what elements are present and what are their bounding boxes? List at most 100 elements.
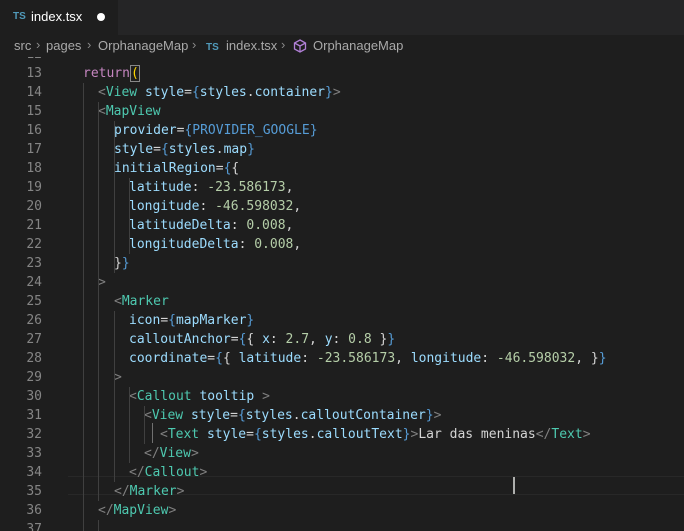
code-token: 2.7	[285, 332, 310, 347]
unsaved-dot-icon[interactable]	[97, 13, 105, 21]
code-line[interactable]: 37	[0, 520, 684, 531]
code-line[interactable]: 26 icon={mapMarker}	[0, 311, 684, 330]
code-token: {	[253, 427, 262, 442]
code-line[interactable]: 20 longitude: -46.598032,	[0, 197, 684, 216]
code-editor[interactable]: 12 13return( 14 <View style={styles.contai…	[0, 57, 684, 531]
code-token: }	[387, 332, 396, 347]
code-line[interactable]: 30 <Callout tooltip >	[0, 387, 684, 406]
line-number: 21	[26, 218, 42, 233]
code-token: <	[144, 408, 152, 423]
tab-index-tsx[interactable]: TS index.tsx	[0, 0, 118, 35]
breadcrumb-pages[interactable]: pages	[46, 38, 81, 53]
code-line[interactable]: 23}}	[0, 254, 684, 273]
code-token: <	[114, 294, 122, 309]
code-text: initialRegion={{	[114, 159, 239, 178]
code-text: <Marker	[114, 292, 169, 311]
code-token: 0.8	[348, 332, 372, 347]
code-token: {	[168, 313, 176, 328]
code-token: }	[121, 256, 130, 271]
code-line[interactable]: 34 </Callout>	[0, 463, 684, 482]
tab-title: index.tsx	[31, 9, 83, 24]
line-number: 26	[26, 313, 42, 328]
code-token: >	[98, 275, 106, 290]
code-text: <View style={styles.calloutContainer}>	[144, 406, 441, 425]
code-line[interactable]: 31 <View style={styles.calloutContainer}>	[0, 406, 684, 425]
code-token: calloutContainer	[300, 408, 426, 423]
code-token: return	[83, 66, 130, 81]
code-line[interactable]: 22 longitudeDelta: 0.008,	[0, 235, 684, 254]
line-number: 17	[26, 142, 42, 157]
code-line[interactable]: 17 style={styles.map}	[0, 140, 684, 159]
code-line[interactable]: 32 <Text style={styles.calloutText}>Lar d…	[0, 425, 684, 444]
code-token: :	[481, 351, 497, 366]
code-token: MapView	[105, 104, 161, 119]
code-token: MapView	[113, 503, 169, 518]
breadcrumb-src[interactable]: src	[14, 38, 31, 53]
code-text: }}	[114, 254, 130, 273]
code-text: >	[98, 273, 106, 292]
indent-guide	[144, 406, 145, 444]
line-number: 19	[26, 180, 42, 195]
code-text: >	[114, 368, 122, 387]
code-line[interactable]: 19 latitude: -23.586173,	[0, 178, 684, 197]
code-token: }	[114, 256, 122, 271]
breadcrumb-symbol[interactable]: OrphanageMap	[313, 38, 403, 53]
code-line[interactable]: 16 provider={PROVIDER_GOOGLE}	[0, 121, 684, 140]
code-line[interactable]: 21 latitudeDelta: 0.008,	[0, 216, 684, 235]
code-token: =	[230, 408, 238, 423]
code-token: Callout	[144, 465, 200, 480]
code-line[interactable]: 27 calloutAnchor={{ x: 2.7, y: 0.8 }}	[0, 330, 684, 349]
code-token: <	[98, 104, 106, 119]
code-text: latitude: -23.586173,	[129, 178, 293, 197]
code-token: View	[151, 408, 184, 423]
code-line[interactable]: 35 </Marker>	[0, 482, 684, 501]
code-token: longitudeDelta	[129, 237, 239, 252]
code-line[interactable]: 36 </MapView>	[0, 501, 684, 520]
code-text: <Callout tooltip >	[129, 387, 270, 406]
code-token: Text	[551, 427, 583, 442]
code-token: styles	[199, 85, 247, 100]
code-token: >	[332, 85, 341, 100]
code-token: >	[168, 503, 177, 518]
code-token: y	[324, 332, 333, 347]
code-token: latitudeDelta	[129, 218, 231, 233]
code-token: :	[230, 218, 247, 233]
code-token: latitude	[238, 351, 302, 366]
code-line[interactable]: 24 >	[0, 273, 684, 292]
indent-guide	[98, 102, 99, 501]
code-token: </	[129, 465, 145, 480]
line-number: 18	[26, 161, 42, 176]
code-token: }	[425, 408, 434, 423]
code-token: 0.008	[246, 218, 286, 233]
line-number: 20	[26, 199, 42, 214]
line-number: 12	[0, 57, 42, 64]
code-text: </View>	[144, 444, 199, 463]
code-line[interactable]: 14 <View style={styles.container}>	[0, 83, 684, 102]
active-indent-guide	[152, 423, 153, 443]
code-token: style	[206, 427, 247, 442]
code-line[interactable]: 13 return(	[0, 64, 684, 83]
line-number: 28	[26, 351, 42, 366]
code-text: <View style={styles.container}>	[98, 83, 341, 102]
line-number: 16	[26, 123, 42, 138]
code-token: >	[433, 408, 442, 423]
code-line[interactable]: 28 coordinate={{ latitude: -23.586173, lo…	[0, 349, 684, 368]
breadcrumb-folder[interactable]: OrphanageMap	[98, 38, 188, 53]
code-line[interactable]: 15 <MapView	[0, 102, 684, 121]
code-token: =	[153, 142, 161, 157]
breadcrumb-file[interactable]: index.tsx	[226, 38, 277, 53]
code-token: calloutText	[316, 427, 403, 442]
code-token: tooltip	[199, 389, 255, 404]
code-line[interactable]: 29 >	[0, 368, 684, 387]
code-line[interactable]: 18 initialRegion={{	[0, 159, 684, 178]
code-line[interactable]: 25 <Marker	[0, 292, 684, 311]
code-token: :	[199, 199, 216, 214]
line-number: 14	[26, 85, 42, 100]
code-token: ,	[309, 332, 325, 347]
indent-guide	[129, 387, 130, 463]
code-line[interactable]: 33 </View>	[0, 444, 684, 463]
code-token: ,	[293, 199, 302, 214]
code-token: }	[371, 332, 388, 347]
